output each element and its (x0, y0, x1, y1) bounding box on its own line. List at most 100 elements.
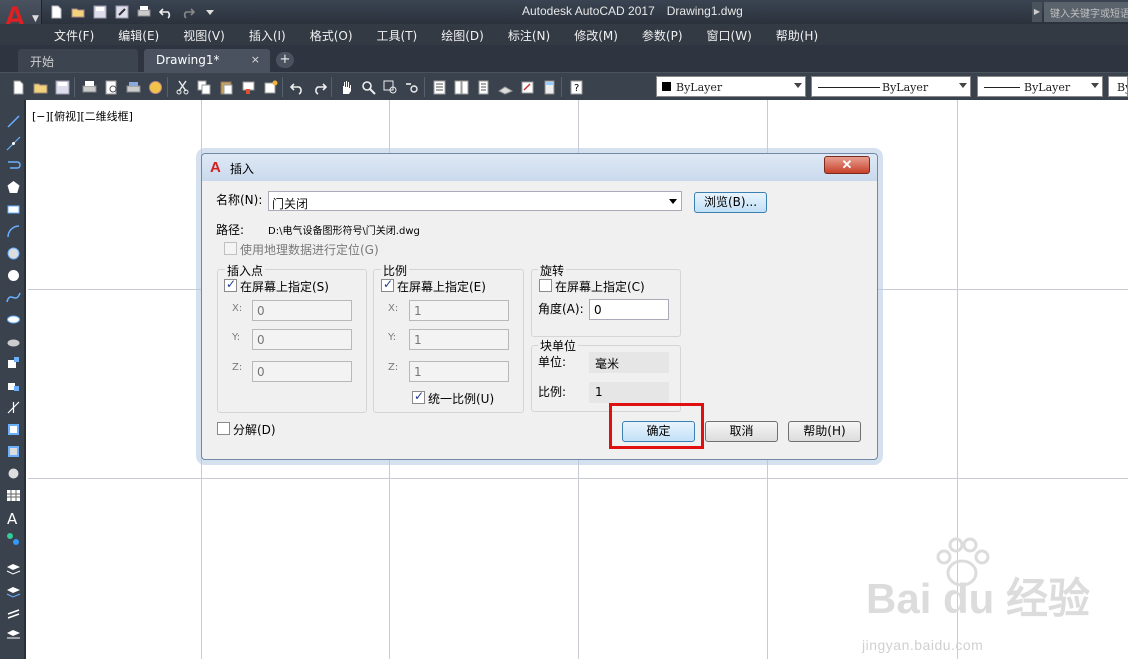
geo-location-checkbox[interactable] (224, 242, 237, 255)
3d-print-icon[interactable] (145, 77, 166, 97)
scale-onscreen-checkbox[interactable] (381, 277, 394, 292)
cancel-button[interactable]: 取消 (705, 421, 778, 442)
revision-cloud-icon[interactable] (4, 266, 22, 284)
menu-file[interactable]: 文件(F) (42, 24, 106, 45)
viewport-controls[interactable]: [−][俯视][二维线框] (32, 108, 133, 124)
plotstyle-control[interactable]: By (1108, 76, 1128, 97)
search-expand-icon[interactable]: ▶ (1032, 2, 1042, 22)
new-icon[interactable] (8, 77, 29, 97)
new-icon[interactable] (46, 3, 66, 21)
match-properties-icon[interactable] (238, 77, 259, 97)
tool-palettes-icon[interactable] (473, 77, 494, 97)
undo-icon[interactable] (287, 77, 308, 97)
save-icon[interactable] (52, 77, 73, 97)
sheet-set-icon[interactable] (495, 77, 516, 97)
markup-set-icon[interactable] (517, 77, 538, 97)
zoom-window-icon[interactable] (380, 77, 401, 97)
search-input[interactable]: 键入关键字或短语 (1044, 2, 1128, 22)
menu-help[interactable]: 帮助(H) (764, 24, 830, 45)
ellipse-icon[interactable] (4, 310, 22, 328)
menu-parametric[interactable]: 参数(P) (630, 24, 695, 45)
ellipse-arc-icon[interactable] (4, 332, 22, 350)
plot-preview-icon[interactable] (101, 77, 122, 97)
layer-icon[interactable] (4, 560, 22, 578)
block-editor-icon[interactable] (260, 77, 281, 97)
insertion-z-field[interactable]: 0 (252, 361, 352, 382)
quick-calc-icon[interactable] (539, 77, 560, 97)
dialog-title-bar[interactable]: A 插入 (202, 154, 877, 181)
customize-icon[interactable] (200, 3, 220, 21)
save-as-icon[interactable] (112, 3, 132, 21)
help-button[interactable]: 帮助(H) (788, 421, 861, 442)
linetype-control[interactable]: ByLayer (811, 76, 971, 97)
explode-checkbox[interactable] (217, 422, 230, 435)
tab-start[interactable]: 开始 (18, 49, 138, 72)
arc-icon[interactable] (4, 222, 22, 240)
region-icon[interactable] (4, 464, 22, 482)
add-selected-icon[interactable] (4, 530, 22, 548)
construction-line-icon[interactable] (4, 134, 22, 152)
copy-icon[interactable] (194, 77, 215, 97)
menu-draw[interactable]: 绘图(D) (429, 24, 496, 45)
scale-x-field[interactable]: 1 (409, 300, 509, 321)
browse-button[interactable]: 浏览(B)... (694, 192, 767, 213)
point-icon[interactable] (4, 398, 22, 416)
redo-icon[interactable] (309, 77, 330, 97)
pan-icon[interactable] (336, 77, 357, 97)
hatch-icon[interactable] (4, 420, 22, 438)
spline-icon[interactable] (4, 288, 22, 306)
paste-icon[interactable] (216, 77, 237, 97)
zoom-previous-icon[interactable] (402, 77, 423, 97)
undo-icon[interactable] (156, 3, 176, 21)
color-control[interactable]: ByLayer (656, 76, 806, 97)
scale-z-field[interactable]: 1 (409, 361, 509, 382)
print-icon[interactable] (134, 3, 154, 21)
menu-tools[interactable]: 工具(T) (365, 24, 430, 45)
tab-drawing1[interactable]: Drawing1* × (144, 49, 270, 72)
rotation-onscreen-checkbox[interactable] (539, 279, 552, 292)
gradient-icon[interactable] (4, 442, 22, 460)
menu-window[interactable]: 窗口(W) (695, 24, 764, 45)
menu-edit[interactable]: 编辑(E) (106, 24, 171, 45)
insert-block-icon[interactable] (4, 354, 22, 372)
multiline-text-icon[interactable]: A (4, 508, 22, 526)
table-icon[interactable] (4, 486, 22, 504)
close-icon[interactable]: × (251, 53, 260, 66)
polyline-icon[interactable] (4, 156, 22, 174)
new-tab-button[interactable]: + (276, 52, 294, 68)
insertion-onscreen-checkbox[interactable] (224, 277, 237, 292)
publish-icon[interactable] (123, 77, 144, 97)
layer-states-icon[interactable] (4, 582, 22, 600)
redo-icon[interactable] (178, 3, 198, 21)
menu-modify[interactable]: 修改(M) (562, 24, 630, 45)
block-name-combo[interactable]: 门关闭 (268, 191, 682, 211)
layer-walk-icon[interactable] (4, 626, 22, 644)
menu-dimension[interactable]: 标注(N) (496, 24, 562, 45)
open-icon[interactable] (30, 77, 51, 97)
rectangle-icon[interactable] (4, 200, 22, 218)
line-icon[interactable] (4, 112, 22, 130)
cut-icon[interactable] (172, 77, 193, 97)
save-icon[interactable] (90, 3, 110, 21)
circle-icon[interactable] (4, 244, 22, 262)
insertion-y-field[interactable]: 0 (252, 329, 352, 350)
menu-insert[interactable]: 插入(I) (237, 24, 298, 45)
menu-format[interactable]: 格式(O) (298, 24, 365, 45)
help-icon[interactable]: ? (566, 77, 587, 97)
make-block-icon[interactable] (4, 376, 22, 394)
zoom-realtime-icon[interactable] (358, 77, 379, 97)
angle-field[interactable]: 0 (589, 299, 669, 320)
layer-previous-icon[interactable] (4, 604, 22, 622)
scale-y-field[interactable]: 1 (409, 329, 509, 350)
insertion-x-field[interactable]: 0 (252, 300, 352, 321)
polygon-icon[interactable] (4, 178, 22, 196)
menu-view[interactable]: 视图(V) (171, 24, 237, 45)
open-icon[interactable] (68, 3, 88, 21)
close-button[interactable]: ✕ (824, 156, 870, 174)
toolbar-separator (331, 77, 335, 97)
design-center-icon[interactable] (451, 77, 472, 97)
properties-icon[interactable] (429, 77, 450, 97)
plot-icon[interactable] (79, 77, 100, 97)
uniform-scale-checkbox[interactable] (412, 389, 425, 404)
lineweight-control[interactable]: ByLayer (977, 76, 1103, 97)
